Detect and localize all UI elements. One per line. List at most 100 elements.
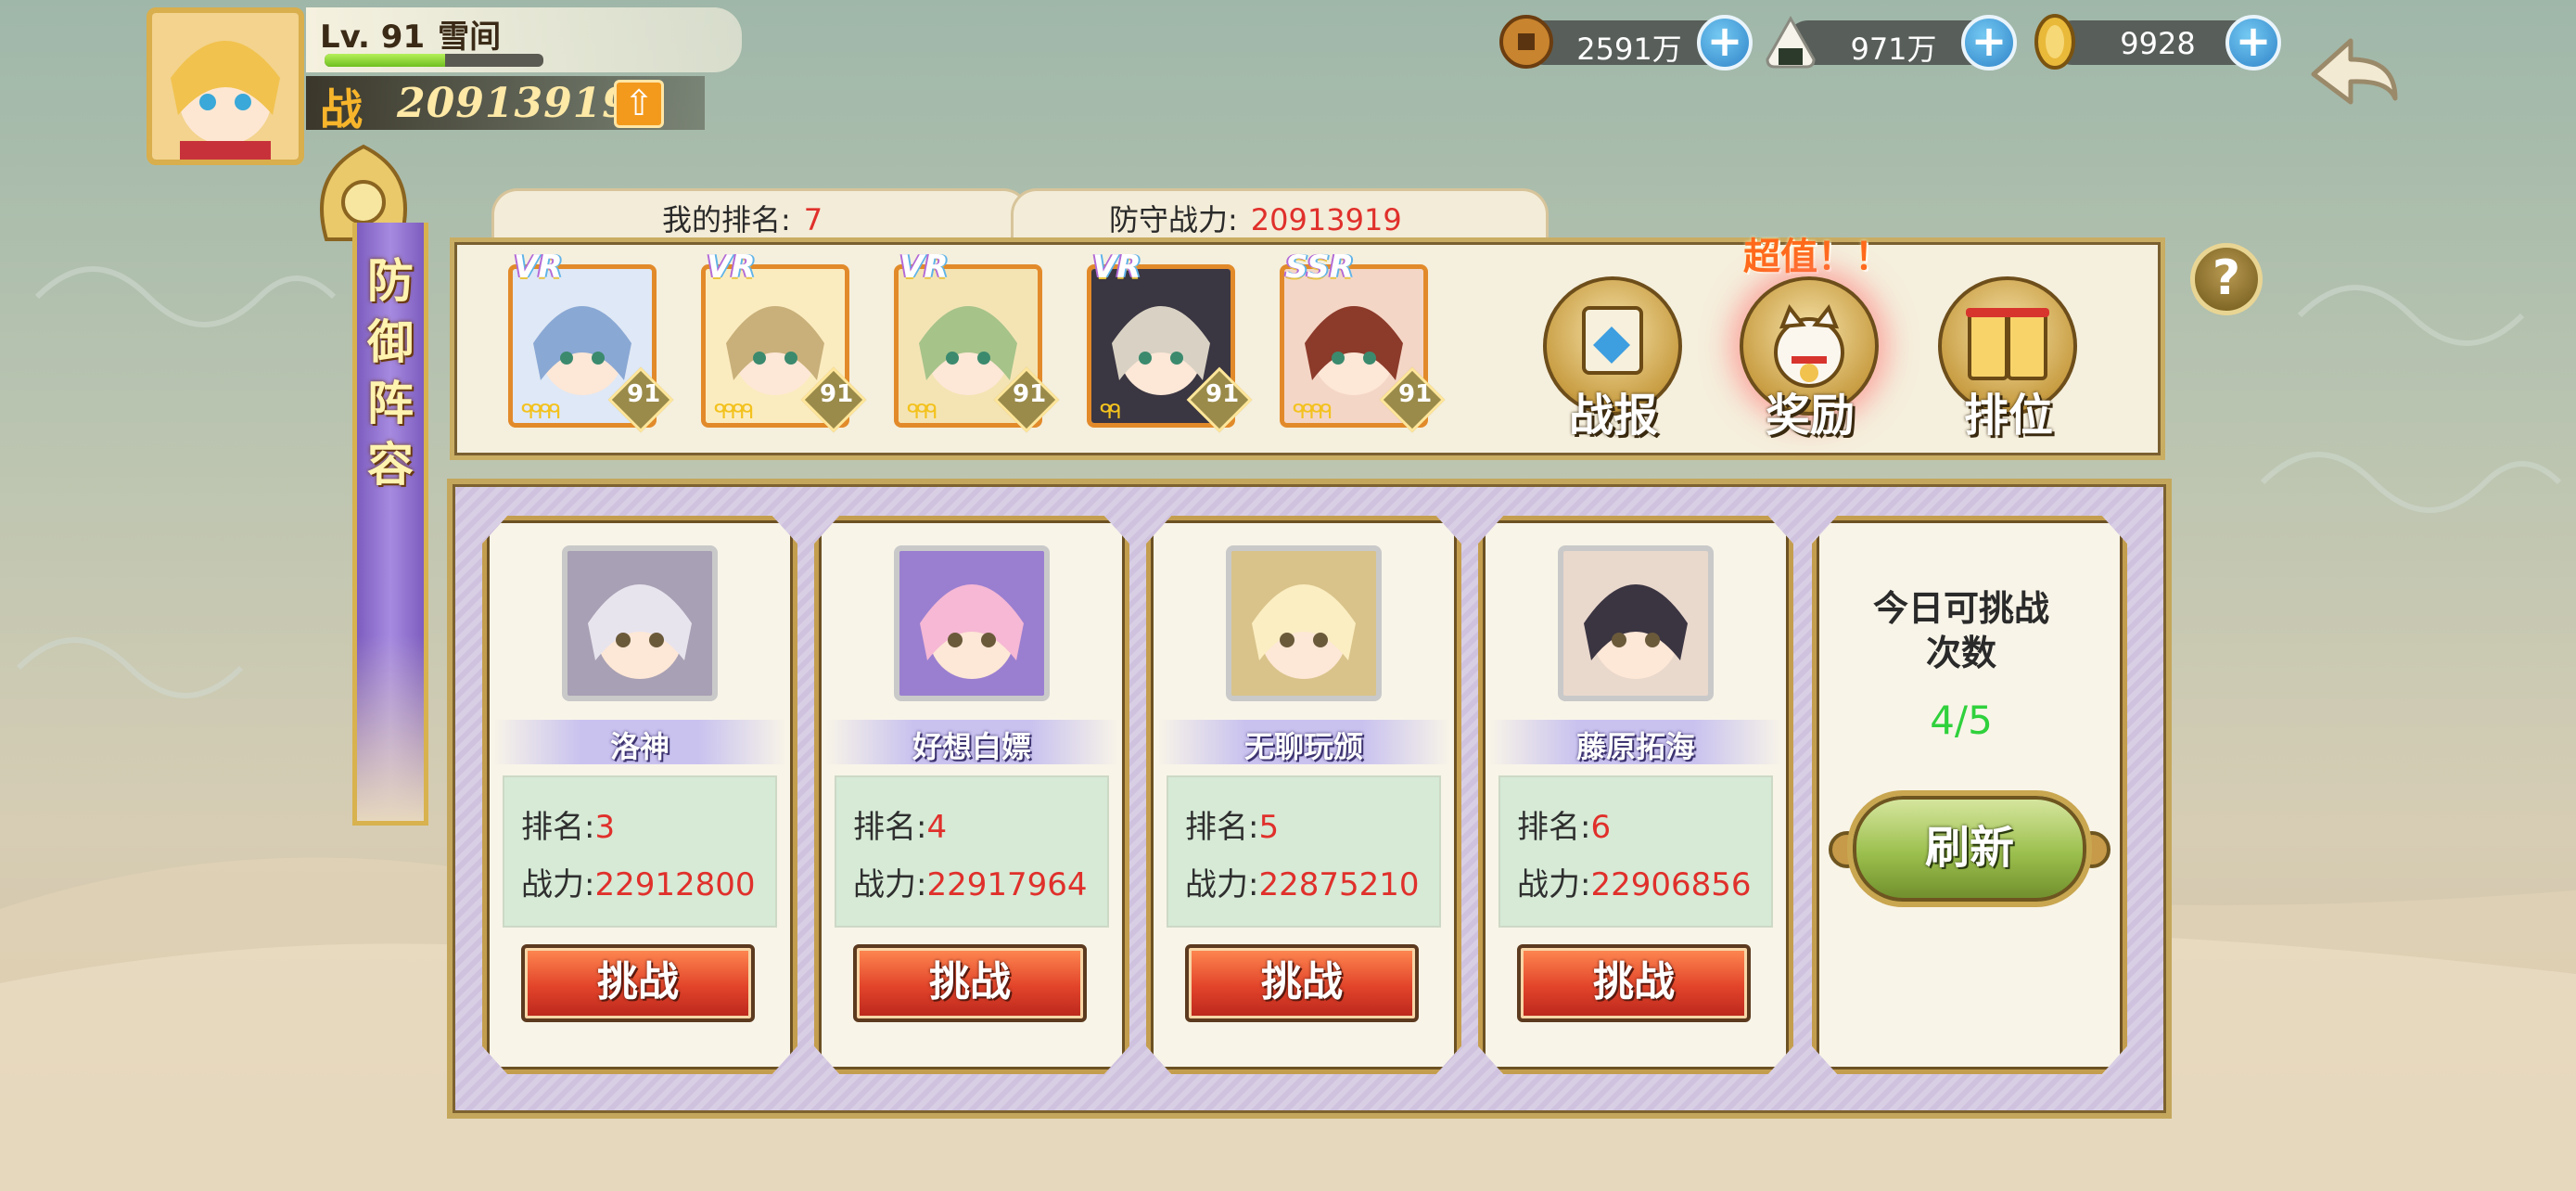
hero-rarity: VR [514, 249, 563, 286]
opponent-power: 战力:22875210 [1185, 859, 1420, 904]
my-rank-label: 我的排名: [662, 202, 791, 237]
player-name: 雪间 [438, 19, 502, 56]
hero-stars: ᑫᑫᑫ [907, 401, 938, 424]
player-level-name: Lv. 91 雪间 [320, 11, 501, 57]
opponent-rank: 排名:4 [853, 801, 947, 847]
power-value: 22906856 [1590, 866, 1752, 903]
rank-value: 5 [1258, 809, 1280, 846]
power-up-arrow-button[interactable]: ⇧ [614, 80, 664, 128]
challenge-count-title: 今日可挑战 次数 [1817, 586, 2105, 675]
challenge-button[interactable]: 挑战 [1517, 944, 1751, 1022]
hero-rarity: SSR [1285, 249, 1354, 286]
add-gold-button[interactable]: + [2225, 15, 2281, 70]
hero-level: 91 [1398, 380, 1433, 408]
exp-bar [325, 54, 543, 67]
rank-value: 4 [926, 809, 948, 846]
my-rank: 我的排名: 7 [662, 197, 823, 239]
refresh-button[interactable]: 刷新 [1847, 790, 2092, 907]
opponent-portrait [899, 551, 1044, 696]
rank-label: 排名: [521, 809, 595, 846]
my-rank-value: 7 [803, 202, 823, 237]
banner-char: 防 [367, 253, 414, 308]
opponent-portrait [567, 551, 712, 696]
rank-label: 排名: [1185, 809, 1259, 846]
defense-power-label: 防守战力: [1109, 202, 1238, 237]
opponent-rank: 排名:5 [1185, 801, 1279, 847]
rank-label: 排名: [853, 809, 927, 846]
opponent-avatar[interactable] [1226, 545, 1382, 701]
hero-stars: ᑫᑫ [1100, 401, 1122, 424]
hero-level: 91 [820, 380, 854, 408]
player-level: Lv. 91 [320, 19, 426, 56]
power-label: 战力: [1517, 866, 1591, 903]
hero-rarity: VR [899, 249, 949, 286]
exp-bar-fill [325, 54, 445, 67]
rank-value: 6 [1590, 809, 1612, 846]
opponent-info-box [1167, 775, 1441, 928]
reward-label: 奖励 [1766, 390, 1855, 442]
defense-power: 防守战力: 20913919 [1109, 197, 1402, 239]
opponent-power: 战力:22912800 [521, 859, 756, 904]
currency-value: 971万 [1850, 32, 1937, 67]
hero-stars: ᑫᑫᑫᑫ [1293, 401, 1333, 424]
defense-power-value: 20913919 [1250, 202, 1402, 237]
opponent-info-box [835, 775, 1109, 928]
opponent-avatar[interactable] [894, 545, 1050, 701]
rank-label: 排名: [1517, 809, 1591, 846]
banner-char: 阵 [367, 376, 414, 430]
challenge-button[interactable]: 挑战 [853, 944, 1087, 1022]
hero-stars: ᑫᑫᑫᑫ [714, 401, 754, 424]
help-button[interactable]: ? [2190, 243, 2263, 315]
player-power: 20913919 [397, 80, 631, 127]
currency-value: 2591万 [1576, 32, 1682, 67]
hero-rarity: VR [1092, 249, 1141, 286]
challenge-count-title-line2: 次数 [1925, 633, 1996, 673]
opponent-power: 战力:22906856 [1517, 859, 1752, 904]
power-label: 战力: [853, 866, 927, 903]
opponent-portrait [1563, 551, 1708, 696]
hero-level: 91 [627, 380, 661, 408]
back-arrow-icon[interactable] [2295, 28, 2406, 130]
challenge-count-value: 4/5 [1930, 698, 1993, 743]
currency-gold: 9928 + [2026, 13, 2288, 70]
opponent-power: 战力:22917964 [853, 859, 1088, 904]
banner-char: 容 [367, 437, 414, 492]
opponent-name: 藤原拓海 [1575, 729, 1695, 764]
opponent-name: 好想白嫖 [912, 729, 1031, 764]
hero-level: 91 [1205, 380, 1240, 408]
power-badge: 战 [320, 84, 363, 134]
battle-report-label: 战报 [1569, 390, 1659, 442]
challenge-count-title-line1: 今日可挑战 [1872, 588, 2049, 629]
defense-lineup-title: 防 御 阵 容 [360, 250, 421, 495]
hero-stars: ᑫᑫᑫᑫ [521, 401, 561, 424]
currency-copper: 2591万 + [1498, 13, 1759, 70]
opponent-portrait [1231, 551, 1376, 696]
opponent-info-box [1498, 775, 1773, 928]
power-label: 战力: [1185, 866, 1259, 903]
power-value: 22875210 [1258, 866, 1420, 903]
currency-rice: 971万 + [1762, 13, 2023, 70]
opponent-rank: 排名:6 [1517, 801, 1611, 847]
currency-value: 9928 [2120, 26, 2196, 61]
opponent-avatar[interactable] [562, 545, 718, 701]
banner-char: 御 [367, 314, 414, 369]
challenge-button[interactable]: 挑战 [1185, 944, 1419, 1022]
opponent-rank: 排名:3 [521, 801, 615, 847]
ranking-label: 排位 [1964, 390, 2054, 442]
hero-level: 91 [1013, 380, 1047, 408]
add-rice-button[interactable]: + [1961, 15, 2017, 70]
power-value: 22917964 [926, 866, 1088, 903]
gold-bar-icon [2034, 14, 2075, 70]
power-label: 战力: [521, 866, 595, 903]
challenge-button[interactable]: 挑战 [521, 944, 755, 1022]
opponent-name: 无聊玩颁 [1243, 729, 1363, 764]
super-value-label: 超值！！ [1743, 236, 1892, 278]
opponent-name: 洛神 [609, 729, 670, 764]
coin-icon [1499, 15, 1553, 69]
opponent-avatar[interactable] [1558, 545, 1714, 701]
hero-rarity: VR [707, 249, 756, 286]
add-copper-button[interactable]: + [1697, 15, 1753, 70]
rice-ball-icon [1766, 15, 1816, 69]
power-value: 22912800 [594, 866, 756, 903]
opponent-info-box [503, 775, 777, 928]
